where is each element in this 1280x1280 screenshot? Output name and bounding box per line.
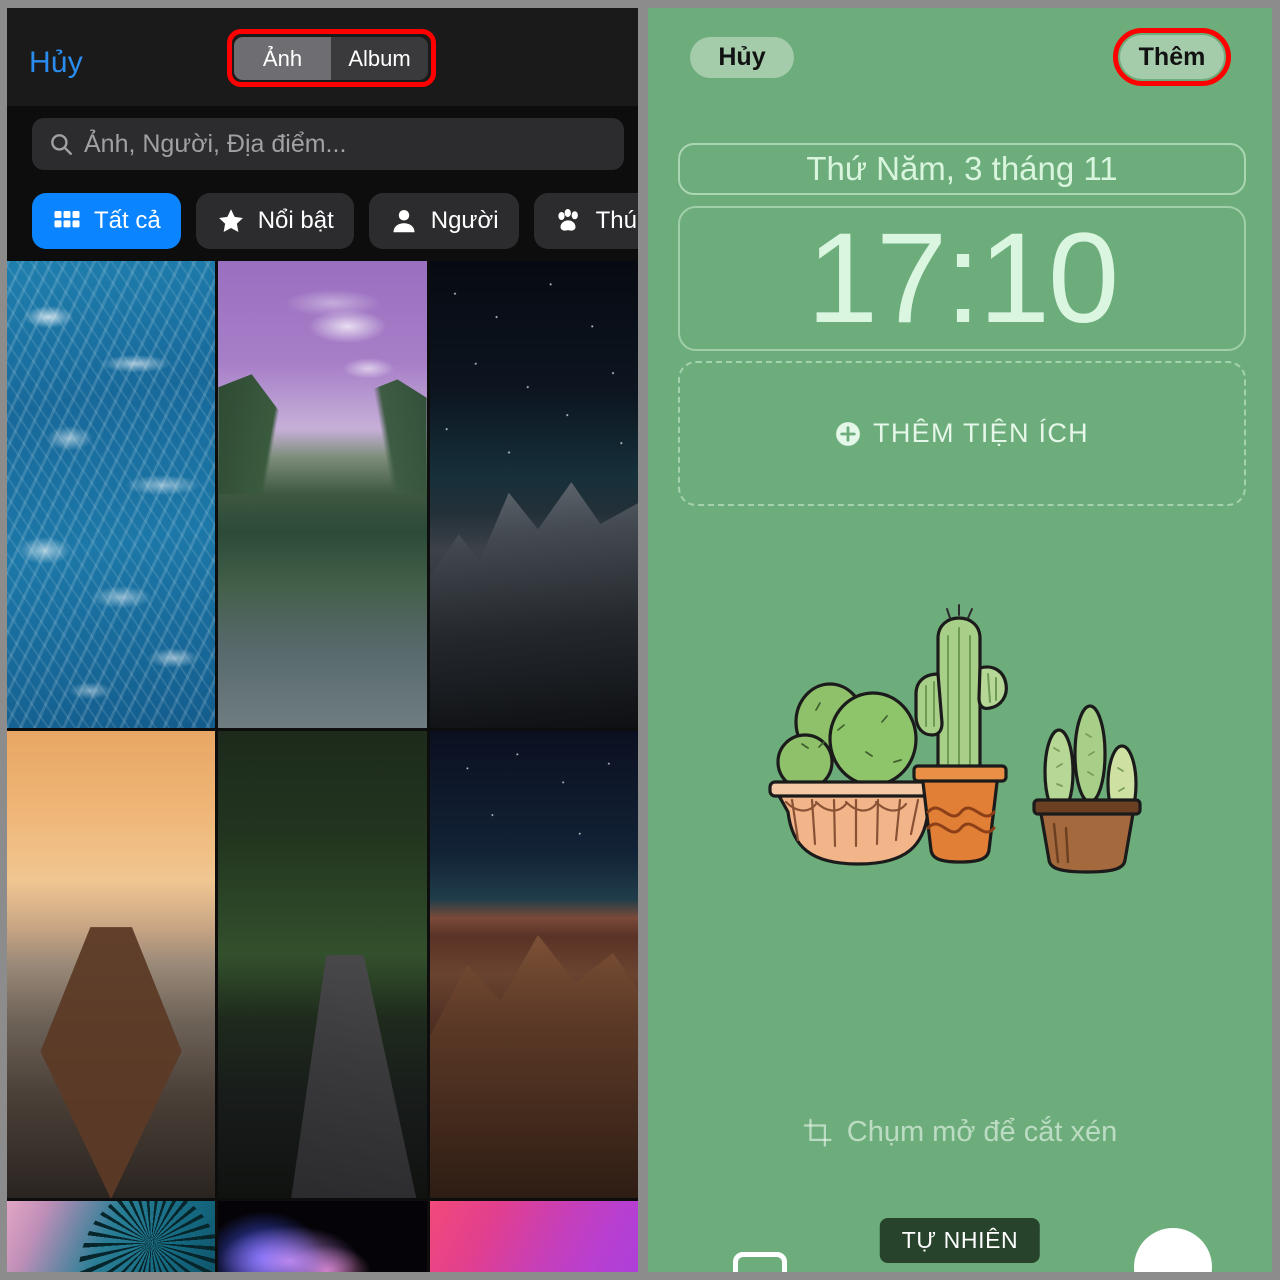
- photo-tile-forest-road[interactable]: [218, 731, 427, 1198]
- photo-picker-panel: Hủy Ảnh Album Ảnh, Người, Địa điểm... Tấ…: [7, 8, 638, 1272]
- search-input[interactable]: Ảnh, Người, Địa điểm...: [32, 118, 624, 170]
- photo-tile-lighthouse-pier[interactable]: [7, 731, 216, 1198]
- lockscreen-add-button[interactable]: Thêm: [1120, 35, 1224, 79]
- search-icon: [48, 131, 74, 157]
- filter-chip-pets[interactable]: Thú cưng: [533, 193, 638, 249]
- photo-grid[interactable]: [7, 261, 638, 1272]
- photo-tile-palm-sky[interactable]: [7, 1201, 216, 1272]
- person-icon: [389, 206, 419, 236]
- paw-icon: [554, 206, 584, 236]
- add-widget-label: THÊM TIỆN ÍCH: [873, 418, 1089, 448]
- crop-hint: Chụm mở để cắt xén: [648, 1116, 1272, 1149]
- star-icon: [216, 206, 246, 236]
- filter-chip-pets-label: Thú cưng: [595, 207, 638, 234]
- crop-hint-label: Chụm mở để cắt xén: [846, 1116, 1118, 1148]
- crop-icon: [803, 1118, 833, 1148]
- photo-tile-night-ridge[interactable]: [429, 731, 638, 1198]
- photos-albums-segmented-control[interactable]: Ảnh Album: [234, 37, 428, 80]
- add-widget-inner: THÊM TIỆN ÍCH: [835, 418, 1089, 449]
- filter-chip-all[interactable]: Tất cả: [32, 193, 181, 249]
- filter-chip-people[interactable]: Người: [368, 193, 519, 249]
- style-badge-natural[interactable]: TỰ NHIÊN: [879, 1218, 1041, 1263]
- clock-time: 17:10: [806, 206, 1119, 350]
- cactus-illustration: [742, 602, 1182, 887]
- picker-cancel-button[interactable]: Hủy: [29, 46, 83, 80]
- add-widget-slot[interactable]: THÊM TIỆN ÍCH: [678, 361, 1246, 506]
- picker-header: Hủy Ảnh Album: [7, 8, 638, 106]
- lockscreen-clock-widget[interactable]: 17:10: [678, 206, 1246, 351]
- screenshot-root: Hủy Ảnh Album Ảnh, Người, Địa điểm... Tấ…: [0, 0, 1280, 1280]
- photo-tile-ocean-waves[interactable]: [7, 261, 216, 728]
- tab-albums[interactable]: Album: [331, 37, 428, 80]
- plus-circle-icon: [835, 421, 861, 447]
- photo-tile-starry-peaks[interactable]: [429, 261, 638, 728]
- grid-icon: [52, 206, 82, 236]
- filter-chip-featured[interactable]: Nổi bật: [195, 193, 354, 249]
- lockscreen-cancel-button[interactable]: Hủy: [690, 37, 794, 78]
- photo-card-icon[interactable]: [733, 1252, 787, 1272]
- photo-tile-pink-gradient[interactable]: [429, 1201, 638, 1272]
- tab-photos[interactable]: Ảnh: [234, 37, 331, 80]
- lockscreen-date-widget[interactable]: Thứ Năm, 3 tháng 11: [678, 143, 1246, 195]
- lockscreen-preview-panel: Hủy Thêm Thứ Năm, 3 tháng 11 17:10 THÊM …: [648, 8, 1272, 1272]
- filter-chip-featured-label: Nổi bật: [257, 207, 334, 234]
- circle-icon[interactable]: [1134, 1228, 1212, 1272]
- filter-chip-all-label: Tất cả: [94, 207, 161, 234]
- photo-tile-blue-smoke[interactable]: [218, 1201, 427, 1272]
- search-placeholder: Ảnh, Người, Địa điểm...: [84, 129, 347, 158]
- filter-chip-row[interactable]: Tất cả Nổi bật Người Thú: [32, 193, 638, 249]
- photo-tile-mountain-lake[interactable]: [218, 261, 427, 728]
- filter-chip-people-label: Người: [430, 207, 499, 234]
